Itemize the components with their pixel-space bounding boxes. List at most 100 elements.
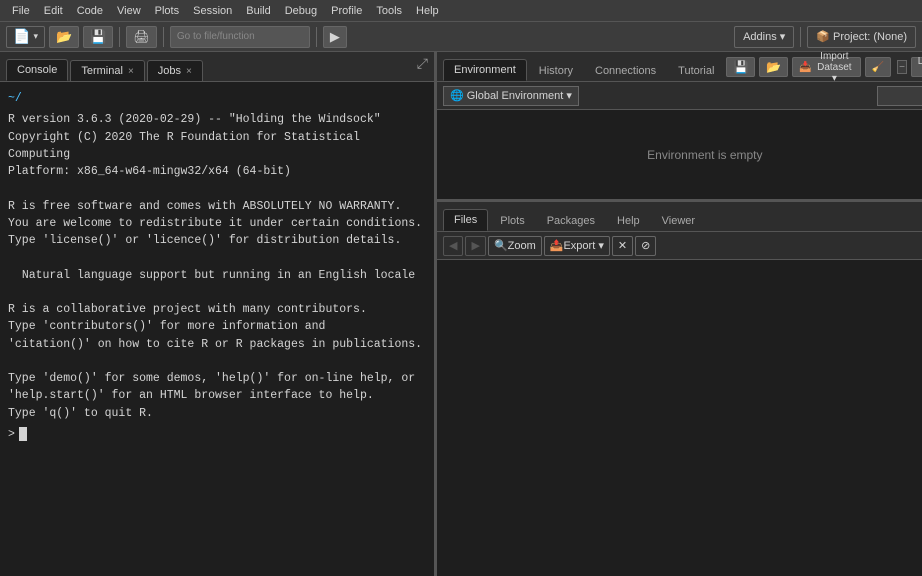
- toolbar-separator-3: [316, 27, 317, 47]
- new-dropdown-arrow: ▾: [33, 31, 38, 42]
- list-view-button[interactable]: List ▾: [911, 57, 922, 77]
- expand-console-icon[interactable]: ⤢: [417, 57, 428, 73]
- console-prompt: >: [8, 426, 15, 443]
- console-prompt-line[interactable]: >: [8, 426, 426, 443]
- right-panel: Environment History Connections Tutorial…: [437, 52, 922, 576]
- tab-files[interactable]: Files: [443, 209, 488, 231]
- goto-file-label: Go to file/function: [177, 31, 255, 42]
- menu-profile[interactable]: Profile: [325, 3, 368, 19]
- tab-history-label: History: [539, 65, 573, 77]
- save-icon: 💾: [90, 29, 106, 45]
- menu-code[interactable]: Code: [71, 3, 109, 19]
- files-content: [437, 260, 922, 576]
- toolbar-separator-1: [119, 27, 120, 47]
- addins-button[interactable]: Addins ▾: [734, 26, 794, 48]
- print-icon: 🖨: [133, 29, 150, 45]
- tab-history[interactable]: History: [529, 61, 583, 81]
- tab-jobs-close[interactable]: ×: [186, 66, 192, 77]
- addins-label: Addins ▾: [743, 30, 785, 43]
- back-button[interactable]: ◀: [443, 236, 463, 256]
- list-label: List ▾: [918, 56, 922, 78]
- export-button[interactable]: 📤 Export ▾: [544, 236, 610, 256]
- menu-file[interactable]: File: [6, 3, 36, 19]
- tab-terminal[interactable]: Terminal ×: [70, 60, 144, 81]
- console-output: ~/ R version 3.6.3 (2020-02-29) -- "Hold…: [0, 82, 434, 576]
- remove-plot-button[interactable]: ✕: [612, 236, 633, 256]
- console-cursor: [19, 427, 27, 441]
- export-icon: 📤: [550, 239, 564, 252]
- tab-jobs[interactable]: Jobs ×: [147, 60, 203, 81]
- zoom-label: Zoom: [508, 240, 536, 252]
- menu-help[interactable]: Help: [410, 3, 445, 19]
- remove-all-icon: ⊘: [641, 239, 650, 252]
- tab-files-label: Files: [454, 214, 477, 226]
- tab-packages-label: Packages: [547, 215, 595, 227]
- save-button[interactable]: 💾: [83, 26, 113, 48]
- menu-edit[interactable]: Edit: [38, 3, 69, 19]
- import-label: Import Dataset ▾: [815, 51, 854, 84]
- new-file-button[interactable]: 📄 ▾: [6, 26, 45, 48]
- broom-icon: 🧹: [872, 62, 884, 73]
- globe-icon: 🌐: [450, 89, 464, 102]
- print-button[interactable]: 🖨: [126, 26, 157, 48]
- tab-environment-label: Environment: [454, 64, 516, 76]
- console-path: ~/: [8, 90, 426, 107]
- tab-environment[interactable]: Environment: [443, 59, 527, 81]
- menu-plots[interactable]: Plots: [149, 3, 185, 19]
- env-load-button[interactable]: 📂: [759, 57, 788, 77]
- project-icon: 📦: [816, 30, 830, 43]
- tab-plots[interactable]: Plots: [490, 211, 534, 231]
- remove-all-plots-button[interactable]: ⊘: [635, 236, 656, 256]
- toolbar-separator-4: [800, 27, 801, 47]
- menu-tools[interactable]: Tools: [370, 3, 408, 19]
- files-panel: Files Plots Packages Help Viewer ─ □: [437, 202, 922, 576]
- tab-plots-label: Plots: [500, 215, 524, 227]
- global-env-label: Global Environment ▾: [467, 89, 572, 102]
- remove-icon: ✕: [618, 239, 627, 252]
- tab-help[interactable]: Help: [607, 211, 650, 231]
- files-toolbar: ◀ ▶ 🔍 Zoom 📤 Export ▾ ✕ ⊘: [437, 232, 922, 260]
- forward-button[interactable]: ▶: [465, 236, 485, 256]
- env-panel-right-btns: 💾 📂 📥 Import Dataset ▾ 🧹 ─ List ▾ ↻: [726, 57, 922, 81]
- env-broom-button[interactable]: 🧹: [865, 57, 891, 77]
- tab-console[interactable]: Console: [6, 59, 68, 81]
- tab-terminal-close[interactable]: ×: [128, 66, 134, 77]
- menu-build[interactable]: Build: [240, 3, 276, 19]
- open-button[interactable]: 📂: [49, 26, 79, 48]
- menu-session[interactable]: Session: [187, 3, 238, 19]
- project-label: Project: (None): [833, 31, 907, 43]
- console-text: R version 3.6.3 (2020-02-29) -- "Holding…: [8, 111, 426, 422]
- import-dataset-button[interactable]: 📥 Import Dataset ▾: [792, 57, 861, 77]
- main-toolbar: 📄 ▾ 📂 💾 🖨 Go to file/function ▶ Addins ▾…: [0, 22, 922, 52]
- global-env-dropdown[interactable]: 🌐 Global Environment ▾: [443, 86, 579, 106]
- menu-view[interactable]: View: [111, 3, 147, 19]
- goto-file-button[interactable]: Go to file/function: [170, 26, 310, 48]
- tab-viewer-label: Viewer: [662, 215, 695, 227]
- tab-viewer[interactable]: Viewer: [652, 211, 705, 231]
- tab-tutorial-label: Tutorial: [678, 65, 714, 77]
- left-panel: Console Terminal × Jobs × ⤢ ~/ R version…: [0, 52, 437, 576]
- tab-connections-label: Connections: [595, 65, 656, 77]
- forward-icon: ▶: [471, 239, 479, 252]
- import-icon: 📥: [799, 62, 811, 73]
- zoom-button[interactable]: 🔍 Zoom: [488, 236, 542, 256]
- env-toolbar: 🌐 Global Environment ▾: [437, 82, 922, 110]
- tab-packages[interactable]: Packages: [537, 211, 605, 231]
- env-search-input[interactable]: [877, 86, 922, 106]
- env-minimize-button[interactable]: ─: [897, 60, 906, 74]
- environment-panel: Environment History Connections Tutorial…: [437, 52, 922, 202]
- env-empty-message: Environment is empty: [647, 148, 762, 162]
- tab-tutorial[interactable]: Tutorial: [668, 61, 724, 81]
- env-save-button[interactable]: 💾: [726, 57, 755, 77]
- tab-connections[interactable]: Connections: [585, 61, 666, 81]
- env-content: Environment is empty: [437, 110, 922, 199]
- tab-console-label: Console: [17, 64, 57, 76]
- menu-debug[interactable]: Debug: [279, 3, 323, 19]
- toolbar-separator-2: [163, 27, 164, 47]
- project-button[interactable]: 📦 Project: (None): [807, 26, 916, 48]
- run-button[interactable]: ▶: [323, 26, 347, 48]
- files-tab-bar: Files Plots Packages Help Viewer ─ □: [437, 202, 922, 232]
- back-icon: ◀: [449, 239, 457, 252]
- env-tab-bar: Environment History Connections Tutorial…: [437, 52, 922, 82]
- tab-terminal-label: Terminal: [81, 65, 123, 77]
